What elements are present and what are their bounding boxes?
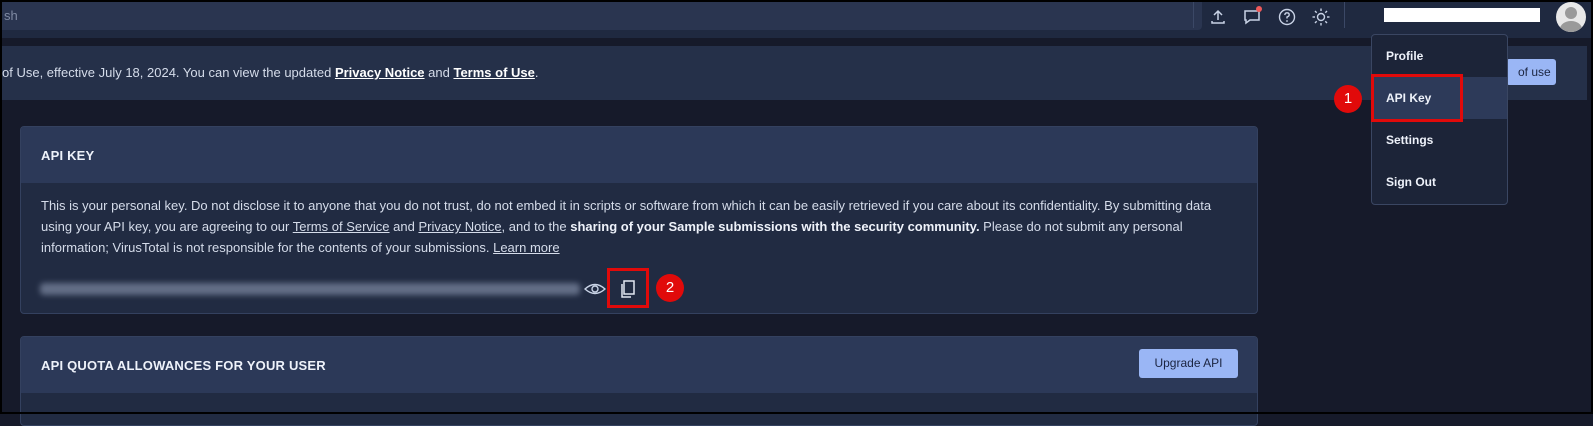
api-key-value-redacted — [40, 283, 580, 295]
highlight-box-copy — [607, 268, 649, 308]
theme-icon[interactable] — [1310, 6, 1332, 28]
top-bar: sh — [2, 2, 1591, 38]
terms-of-service-link[interactable]: Terms of Service — [293, 219, 390, 234]
step-badge-1: 1 — [1334, 85, 1362, 113]
show-key-eye-icon[interactable] — [583, 280, 607, 298]
learn-more-link[interactable]: Learn more — [493, 240, 559, 255]
avatar[interactable] — [1556, 2, 1586, 32]
api-quota-panel: API QUOTA ALLOWANCES FOR YOUR USER — [20, 336, 1258, 426]
toolbar-divider — [1344, 2, 1345, 28]
step-badge-2: 2 — [656, 274, 684, 302]
api-key-title: API KEY — [21, 127, 1257, 183]
search-placeholder: sh — [4, 8, 18, 23]
toolbar-divider — [1193, 2, 1194, 28]
help-icon[interactable] — [1276, 6, 1298, 28]
api-quota-title: API QUOTA ALLOWANCES FOR YOUR USER — [21, 337, 1257, 393]
privacy-notice-link[interactable]: Privacy Notice — [335, 65, 425, 80]
upload-icon[interactable] — [1207, 6, 1229, 28]
highlight-box-api-key — [1371, 74, 1463, 122]
search-input[interactable]: sh — [2, 2, 1202, 30]
accept-terms-button[interactable]: of use — [1506, 59, 1556, 85]
terms-of-use-link[interactable]: Terms of Use — [453, 65, 534, 80]
username-redacted[interactable] — [1384, 8, 1540, 22]
menu-item-profile[interactable]: Profile — [1372, 35, 1507, 77]
privacy-notice-link[interactable]: Privacy Notice — [418, 219, 501, 234]
menu-item-sign-out[interactable]: Sign Out — [1372, 161, 1507, 203]
notice-text: of Use, effective July 18, 2024. You can… — [2, 65, 539, 80]
menu-item-settings[interactable]: Settings — [1372, 119, 1507, 161]
notification-dot — [1256, 6, 1262, 12]
chat-icon[interactable] — [1241, 6, 1263, 28]
api-key-description: This is your personal key. Do not disclo… — [41, 198, 1212, 255]
upgrade-api-button[interactable]: Upgrade API — [1139, 349, 1238, 378]
